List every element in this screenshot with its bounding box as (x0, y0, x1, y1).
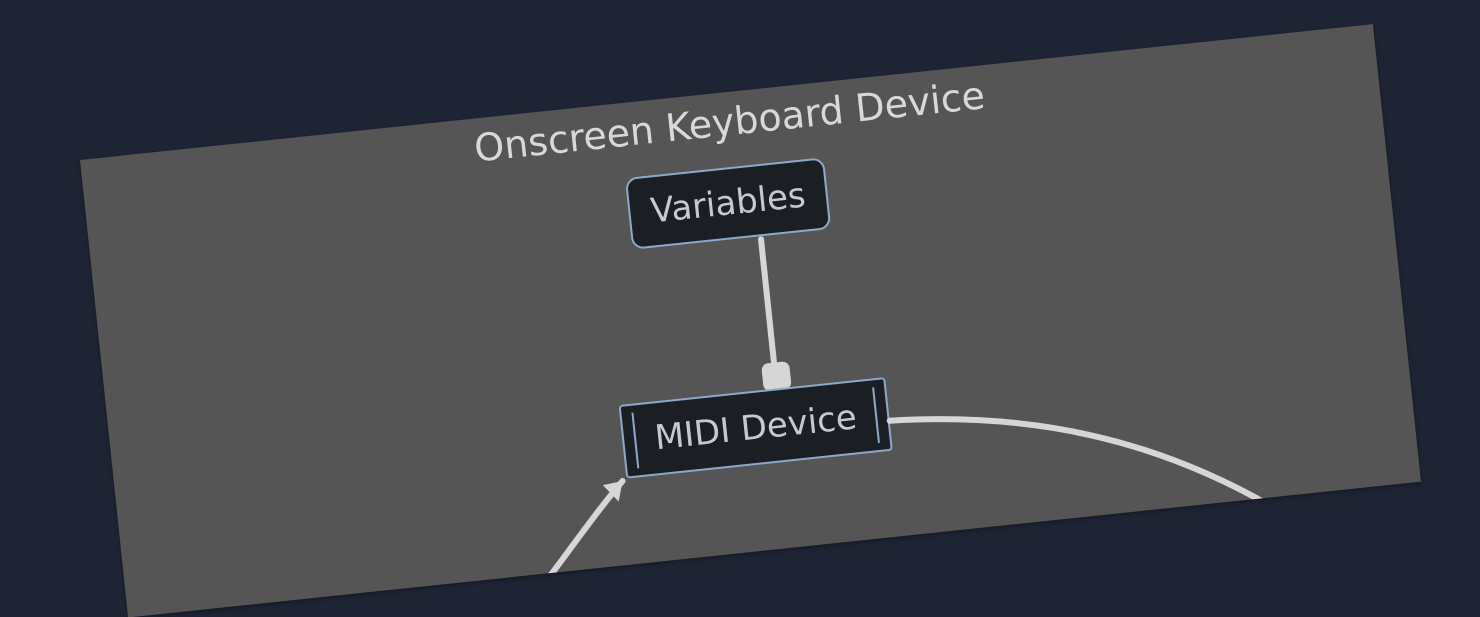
node-label: MIDI Device (653, 397, 859, 458)
port-left-icon (631, 413, 639, 469)
node-variables[interactable]: Variables (625, 157, 831, 250)
device-panel[interactable]: Onscreen Keyboard Device Variables MIDI … (80, 24, 1421, 617)
port-right-icon (872, 387, 880, 443)
node-midi-device[interactable]: MIDI Device (619, 377, 893, 479)
diagram-canvas: Onscreen Keyboard Device Variables MIDI … (0, 0, 1480, 528)
node-label: Variables (649, 175, 808, 231)
